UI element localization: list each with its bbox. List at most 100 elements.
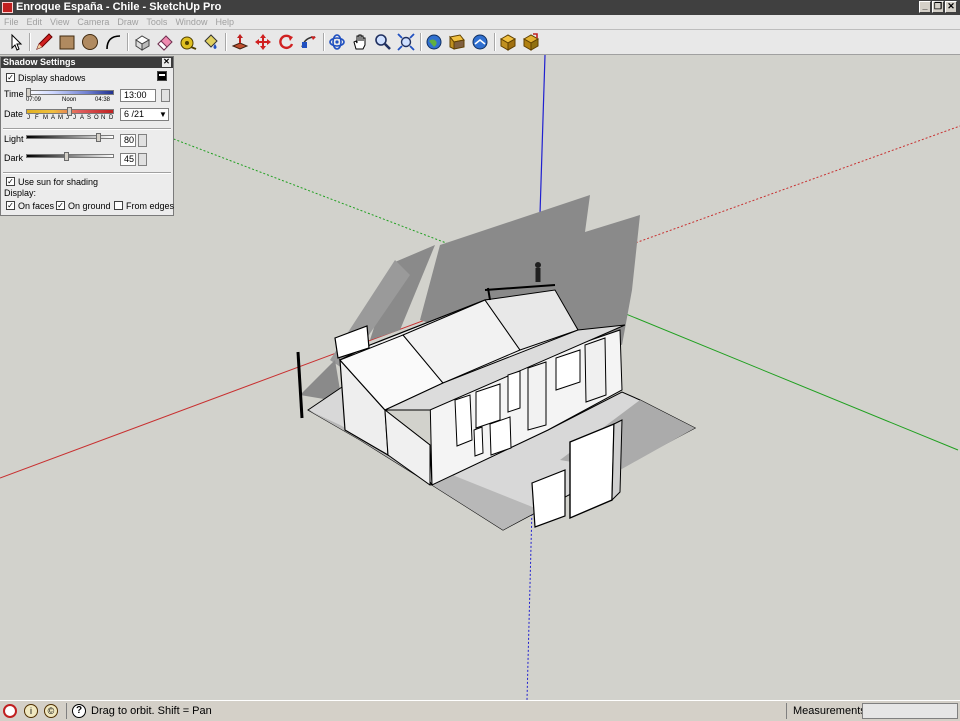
paint-bucket-tool-button[interactable] bbox=[201, 32, 221, 52]
follow-me-icon bbox=[301, 36, 316, 48]
extension-manager-icon bbox=[522, 33, 540, 51]
follow-me-tool-button[interactable] bbox=[299, 32, 319, 52]
time-slider-thumb[interactable] bbox=[26, 88, 31, 97]
extension-manager-button[interactable] bbox=[521, 32, 541, 52]
date-slider-thumb[interactable] bbox=[67, 107, 72, 116]
close-button[interactable]: ✕ bbox=[945, 1, 957, 13]
zoom-icon bbox=[375, 34, 391, 50]
menu-edit[interactable]: Edit bbox=[23, 15, 47, 29]
dark-input[interactable]: 45 bbox=[120, 153, 136, 166]
toolbar-separator bbox=[323, 33, 325, 51]
menu-draw[interactable]: Draw bbox=[113, 15, 142, 29]
menu-tools[interactable]: Tools bbox=[142, 15, 171, 29]
menu-file[interactable]: File bbox=[0, 15, 23, 29]
tape-measure-tool-button[interactable] bbox=[178, 32, 198, 52]
make-component-button[interactable] bbox=[132, 32, 152, 52]
time-spinner-arrows[interactable] bbox=[161, 89, 170, 102]
on-faces-label: On faces bbox=[18, 201, 55, 211]
move-tool-button[interactable] bbox=[253, 32, 273, 52]
rotate-tool-button[interactable] bbox=[276, 32, 296, 52]
status-divider bbox=[786, 703, 787, 719]
door-opening bbox=[527, 361, 547, 431]
chevron-down-icon[interactable]: ▼ bbox=[159, 110, 167, 119]
zoom-tool-button[interactable] bbox=[373, 32, 393, 52]
credits-icon[interactable]: i bbox=[24, 704, 38, 718]
menu-view[interactable]: View bbox=[46, 15, 73, 29]
dark-slider-thumb[interactable] bbox=[64, 152, 69, 161]
share-model-button[interactable] bbox=[447, 32, 467, 52]
display-label: Display: bbox=[4, 188, 37, 198]
share-component-button[interactable] bbox=[470, 32, 490, 52]
panel-close-button[interactable]: ✕ bbox=[162, 58, 171, 67]
copyright-icon[interactable]: © bbox=[44, 704, 58, 718]
eraser-icon bbox=[157, 35, 173, 51]
light-slider-thumb[interactable] bbox=[96, 133, 101, 142]
collapse-details-glyph bbox=[159, 74, 165, 76]
get-models-button[interactable] bbox=[424, 32, 444, 52]
month-tick: J bbox=[27, 115, 30, 121]
title-bar: Enroque España - Chile - SketchUp Pro _ … bbox=[0, 0, 960, 15]
light-label: Light bbox=[4, 134, 24, 144]
time-input[interactable]: 13:00 bbox=[120, 89, 156, 102]
select-tool-button[interactable] bbox=[6, 32, 26, 52]
use-sun-checkbox[interactable]: ✓ bbox=[6, 177, 15, 186]
restore-button[interactable]: ❐ bbox=[932, 1, 944, 13]
time-label: Time bbox=[4, 89, 24, 99]
dark-slider-track[interactable] bbox=[26, 154, 114, 158]
collapse-details-icon[interactable] bbox=[157, 71, 167, 81]
toolbar-separator bbox=[29, 33, 31, 51]
toolbar-separator bbox=[494, 33, 496, 51]
push-pull-tool-button[interactable] bbox=[230, 32, 250, 52]
dark-spinner-arrows[interactable] bbox=[138, 153, 147, 166]
time-start-label: 07:09 bbox=[26, 97, 42, 103]
pencil-tool-button[interactable] bbox=[34, 32, 54, 52]
extension-warehouse-icon bbox=[499, 34, 517, 51]
toolbar-separator bbox=[127, 33, 129, 51]
display-shadows-checkbox[interactable]: ✓ bbox=[6, 73, 15, 82]
scale-figure bbox=[535, 262, 541, 282]
circle-tool-button[interactable] bbox=[80, 32, 100, 52]
status-bar: i © ? Drag to orbit. Shift = Pan Measure… bbox=[0, 700, 960, 721]
month-tick: N bbox=[101, 115, 106, 121]
geo-location-icon[interactable] bbox=[3, 704, 17, 718]
on-faces-checkbox[interactable]: ✓ bbox=[6, 201, 15, 210]
measurements-input[interactable] bbox=[862, 703, 958, 719]
time-end-label: 04:38 bbox=[95, 97, 111, 103]
time-slider-track[interactable] bbox=[26, 90, 114, 95]
zoom-extents-icon bbox=[397, 33, 415, 51]
help-icon[interactable]: ? bbox=[72, 704, 86, 718]
measurements-label: Measurements bbox=[793, 705, 866, 717]
extension-warehouse-button[interactable] bbox=[498, 32, 518, 52]
light-input[interactable]: 80 bbox=[120, 134, 136, 147]
wall-panel-edge bbox=[611, 419, 623, 502]
pan-tool-button[interactable] bbox=[350, 32, 370, 52]
menu-window[interactable]: Window bbox=[171, 15, 211, 29]
on-ground-checkbox[interactable]: ✓ bbox=[56, 201, 65, 210]
month-tick: A bbox=[51, 115, 56, 121]
window-opening bbox=[507, 370, 521, 413]
zoom-extents-tool-button[interactable] bbox=[396, 32, 416, 52]
on-ground-label: On ground bbox=[68, 201, 111, 211]
panel-title-bar: Shadow Settings ✕ bbox=[1, 57, 173, 68]
get-models-icon bbox=[426, 34, 442, 50]
from-edges-checkbox[interactable] bbox=[114, 201, 123, 210]
menu-camera[interactable]: Camera bbox=[73, 15, 113, 29]
push-pull-icon bbox=[231, 34, 249, 50]
rotate-icon bbox=[279, 34, 294, 50]
orbit-tool-button[interactable] bbox=[327, 32, 347, 52]
month-tick: M bbox=[58, 115, 63, 121]
month-tick: A bbox=[80, 115, 85, 121]
sketchup-app-icon bbox=[2, 2, 13, 13]
light-spinner-arrows[interactable] bbox=[138, 134, 147, 147]
minimize-button[interactable]: _ bbox=[919, 1, 931, 13]
rectangle-tool-button[interactable] bbox=[57, 32, 77, 52]
window-opening bbox=[489, 416, 512, 456]
pencil-icon bbox=[36, 33, 53, 50]
eraser-tool-button[interactable] bbox=[155, 32, 175, 52]
date-label: Date bbox=[4, 109, 24, 119]
menu-help[interactable]: Help bbox=[211, 15, 238, 29]
arc-tool-button[interactable] bbox=[103, 32, 123, 52]
share-component-icon bbox=[472, 34, 488, 50]
month-tick: M bbox=[43, 115, 48, 121]
orbit-icon bbox=[329, 34, 345, 50]
